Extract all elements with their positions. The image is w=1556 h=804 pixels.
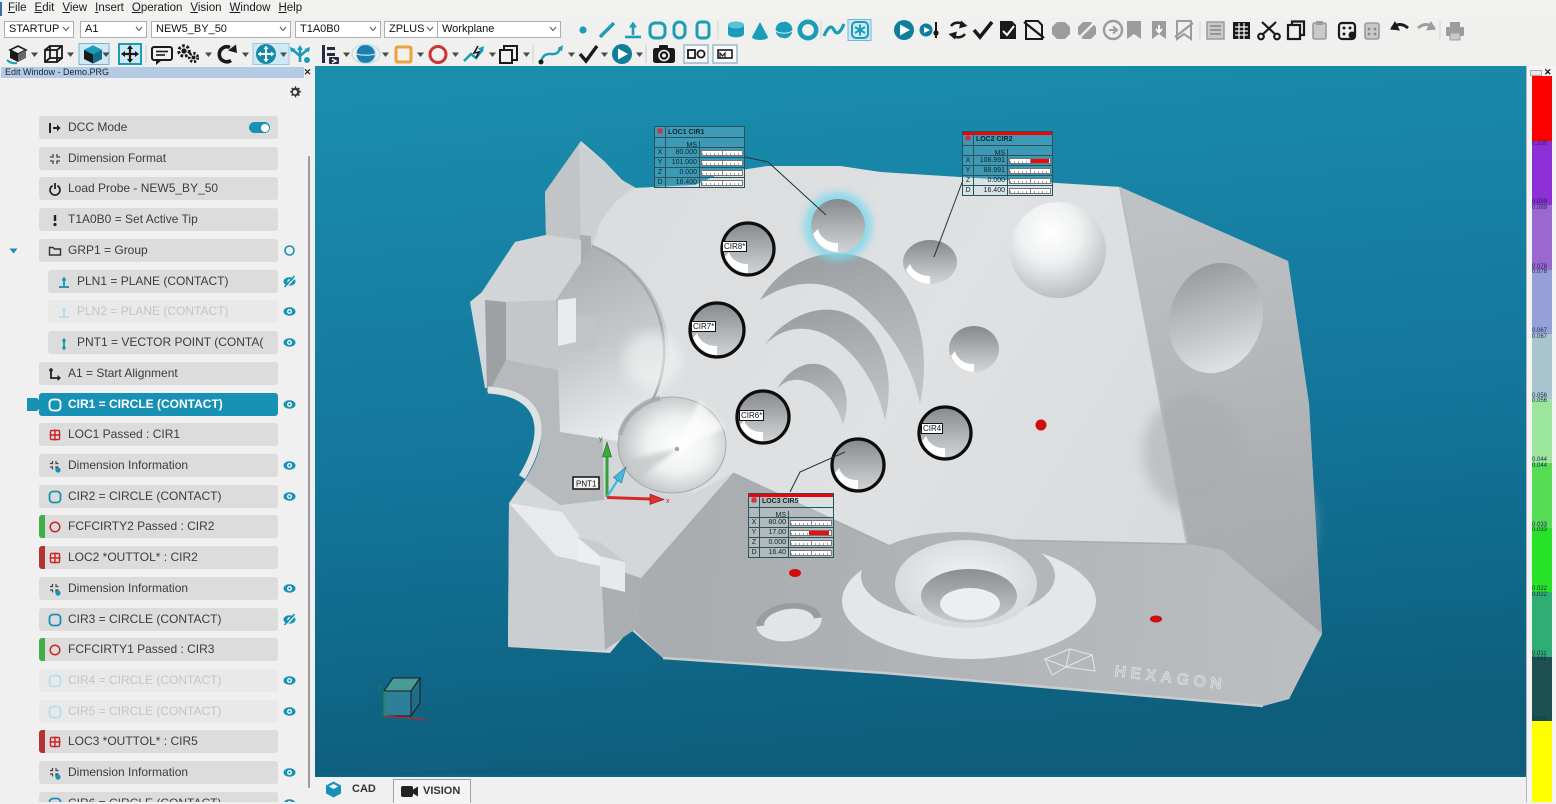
svg-text:PNT1: PNT1 (576, 480, 597, 489)
svg-text:Y: Y (377, 685, 382, 692)
svg-text:x: x (425, 717, 429, 724)
svg-text:y: y (599, 436, 603, 443)
svg-text:x: x (666, 498, 670, 505)
